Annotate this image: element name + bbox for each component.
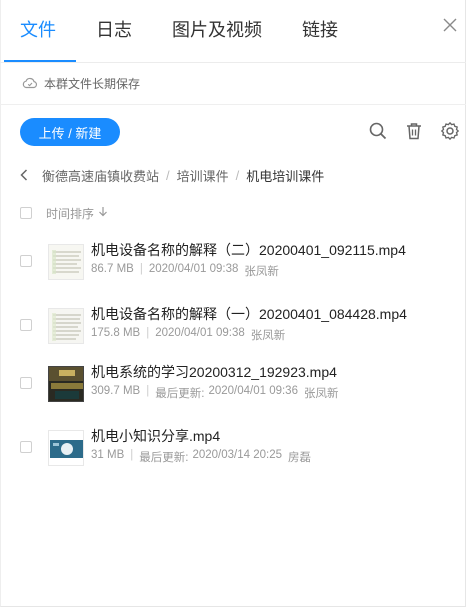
file-owner: 张凤新	[303, 388, 339, 400]
breadcrumb-item-current: 机电培训课件	[246, 168, 325, 184]
file-size: 31 MB	[91, 449, 125, 461]
file-owner: 张凤新	[244, 266, 279, 278]
close-icon[interactable]	[441, 16, 459, 34]
search-icon[interactable]	[368, 121, 388, 141]
upload-new-button[interactable]: 上传 / 新建	[20, 118, 120, 146]
trash-icon[interactable]	[404, 121, 424, 141]
active-tab-indicator	[4, 60, 76, 62]
sort-header: 时间排序	[20, 203, 108, 223]
notice-text: 本群文件长期保存	[44, 76, 141, 91]
file-size: 309.7 MB	[91, 385, 141, 397]
select-all-checkbox[interactable]	[20, 207, 32, 219]
breadcrumb-separator: /	[166, 167, 170, 183]
breadcrumb: 衡德高速庙镇收费站 / 培训课件 / 机电培训课件	[20, 165, 324, 185]
file-row[interactable]: 机电小知识分享.mp4 31 MB | 最后更新: 2020/03/14 20:…	[0, 416, 466, 480]
file-name[interactable]: 机电设备名称的解释（一）20200401_084428.mp4	[91, 304, 407, 324]
tab-links[interactable]: 链接	[302, 16, 338, 42]
meta-separator: |	[139, 263, 143, 275]
file-name[interactable]: 机电小知识分享.mp4	[91, 426, 220, 446]
file-meta: 309.7 MB | 最后更新: 2020/04/01 09:36 张凤新	[91, 385, 338, 401]
sort-by-time[interactable]: 时间排序	[46, 205, 94, 222]
file-date: 2020/04/01 09:38	[148, 263, 239, 275]
breadcrumb-item-root[interactable]: 衡德高速庙镇收费站	[42, 166, 159, 185]
meta-separator: |	[146, 385, 150, 397]
file-checkbox[interactable]	[20, 255, 32, 267]
file-row[interactable]: 机电设备名称的解释（一）20200401_084428.mp4 175.8 MB…	[0, 294, 466, 358]
gear-icon[interactable]	[440, 121, 460, 141]
meta-separator: |	[146, 327, 150, 339]
tab-images-videos[interactable]: 图片及视频	[172, 16, 262, 42]
file-meta: 31 MB | 最后更新: 2020/03/14 20:25 房磊	[91, 449, 311, 465]
file-meta: 175.8 MB | 2020/04/01 09:38 张凤新	[91, 327, 285, 343]
breadcrumb-separator: /	[235, 167, 240, 183]
retention-notice: 本群文件长期保存	[22, 73, 140, 93]
tab-log[interactable]: 日志	[96, 16, 132, 42]
file-meta: 86.7 MB | 2020/04/01 09:38 张凤新	[91, 263, 279, 279]
file-date-prefix: 最后更新:	[155, 388, 205, 400]
file-checkbox[interactable]	[20, 319, 32, 331]
video-thumbnail	[48, 244, 84, 280]
file-name[interactable]: 机电系统的学习20200312_192923.mp4	[91, 362, 337, 382]
file-size: 86.7 MB	[91, 263, 134, 275]
cloud-icon	[22, 77, 38, 89]
file-checkbox[interactable]	[20, 377, 32, 389]
file-name[interactable]: 机电设备名称的解释（二）20200401_092115.mp4	[91, 240, 406, 260]
video-thumbnail	[48, 430, 84, 466]
file-owner: 房磊	[287, 452, 311, 464]
tab-bar: 文件 日志 图片及视频 链接	[0, 0, 466, 63]
file-date: 2020/04/01 09:38	[155, 327, 245, 339]
file-row[interactable]: 机电系统的学习20200312_192923.mp4 309.7 MB | 最后…	[0, 352, 466, 416]
file-owner: 张凤新	[250, 330, 286, 342]
breadcrumb-item-training[interactable]: 培训课件	[177, 166, 229, 185]
file-date-prefix: 最后更新:	[139, 452, 189, 464]
file-date: 2020/03/14 20:25	[192, 449, 282, 461]
meta-separator: |	[130, 449, 134, 461]
file-date: 2020/04/01 09:36	[208, 385, 298, 397]
back-chevron-icon[interactable]	[20, 169, 28, 181]
tab-files[interactable]: 文件	[20, 16, 56, 42]
file-row[interactable]: 机电设备名称的解释（二）20200401_092115.mp4 86.7 MB …	[0, 230, 466, 294]
sort-arrow-icon[interactable]	[98, 206, 108, 220]
divider	[0, 104, 466, 105]
video-thumbnail	[48, 308, 84, 344]
file-size: 175.8 MB	[91, 327, 141, 339]
video-thumbnail	[48, 366, 84, 402]
file-checkbox[interactable]	[20, 441, 32, 453]
